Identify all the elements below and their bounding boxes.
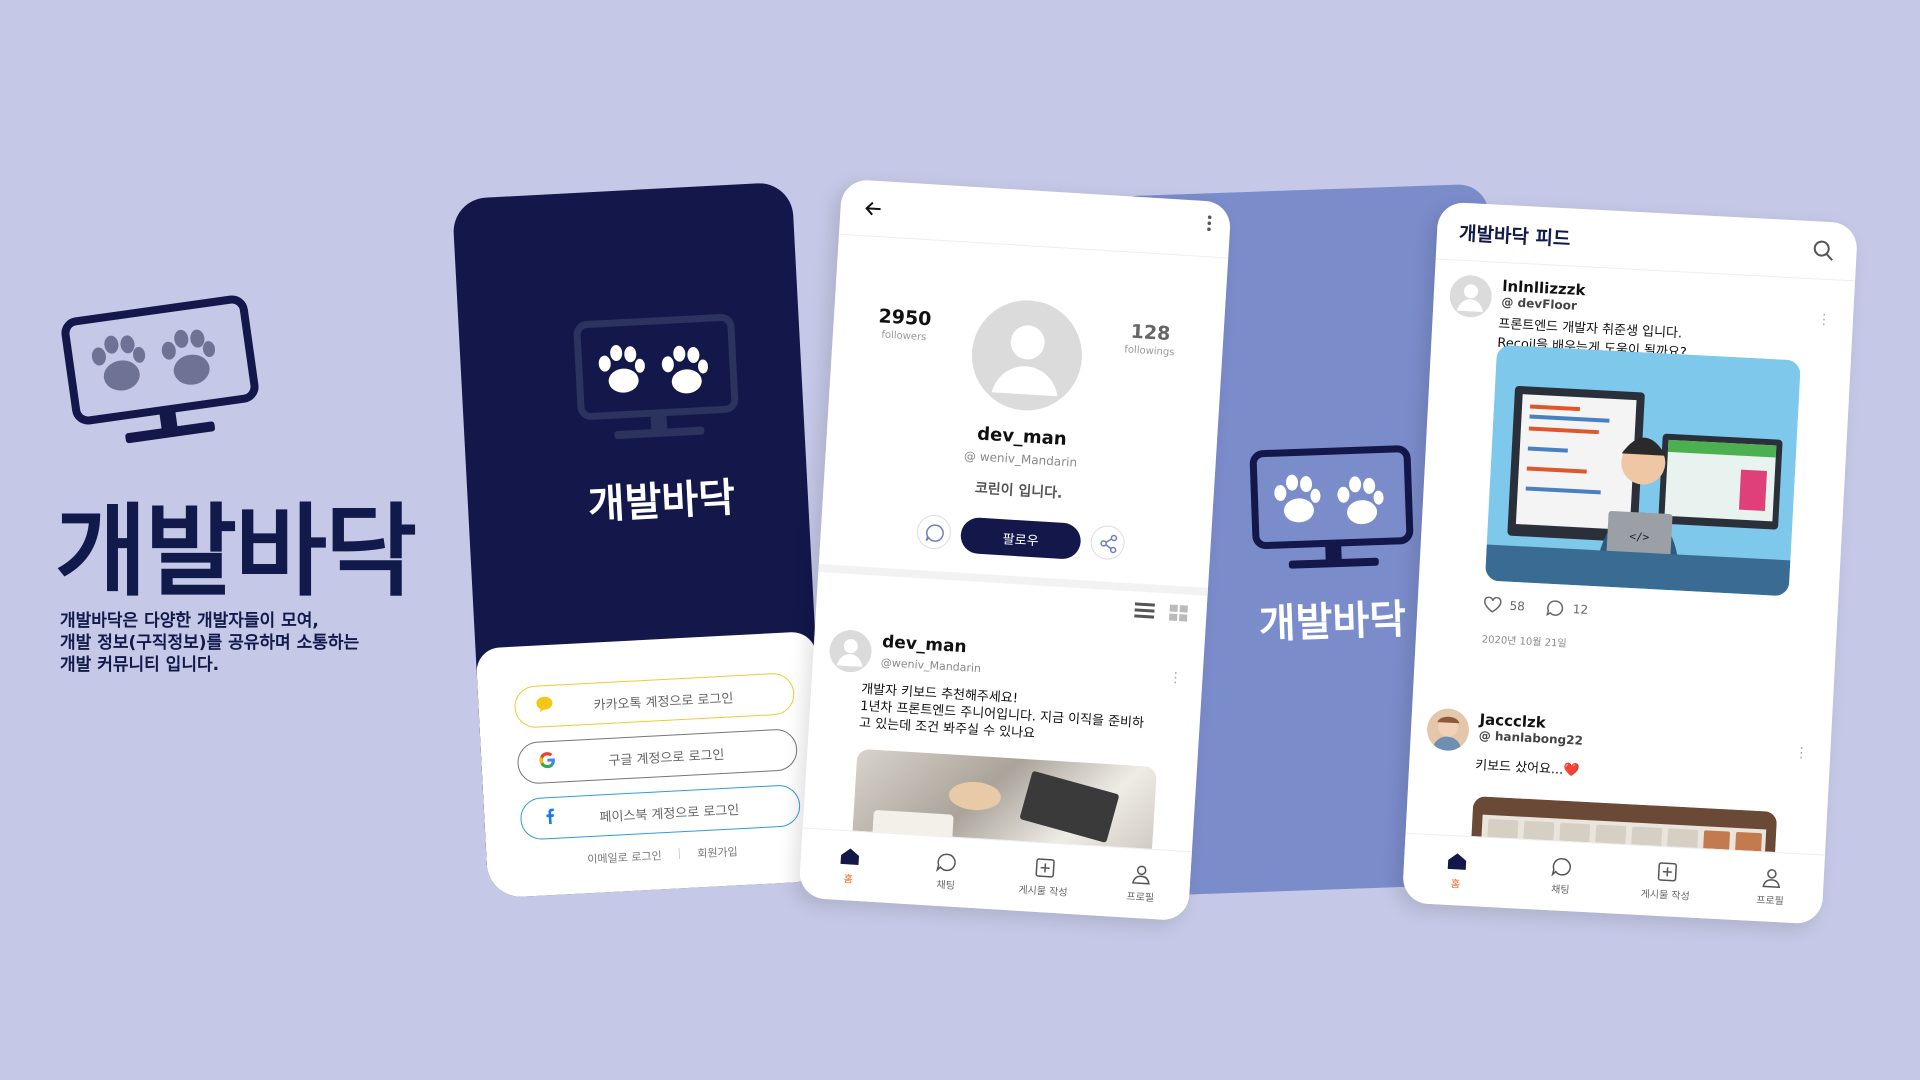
heart-icon	[1484, 596, 1502, 613]
follow-button[interactable]: 팔로우	[959, 516, 1082, 560]
tab-home[interactable]: 홈	[798, 829, 900, 904]
brand-title: 개발바닥	[55, 493, 417, 610]
feed-post-image[interactable]: </>	[1484, 344, 1801, 597]
facebook-login-button[interactable]: 페이스북 계정으로 로그인	[519, 784, 802, 841]
post-more-icon[interactable]: ⋮	[1168, 670, 1183, 687]
brand-description-line: 개발바닥은 다양한 개발자들이 모여,	[60, 611, 319, 631]
google-login-button[interactable]: 구글 계정으로 로그인	[516, 728, 799, 785]
profile-intro: 코린이 입니다.	[974, 480, 1063, 502]
brand-description-line: 개발 정보(구직정보)를 공유하며 소통하는	[60, 633, 360, 653]
like-button[interactable]: 58	[1483, 596, 1525, 614]
signup-link[interactable]: 회원가입	[697, 843, 738, 861]
section-divider	[818, 564, 1209, 596]
tab-home-label: 홈	[843, 874, 854, 886]
post-author-handle: @weniv_Mandarin	[880, 656, 982, 676]
share-button[interactable]	[1089, 524, 1126, 561]
post-text: 개발자 키보드 추천해주세요! 1년차 프론트엔드 주니어입니다. 지금 이직을…	[859, 681, 1162, 750]
post-author-avatar[interactable]	[828, 628, 873, 674]
user-icon	[1761, 869, 1780, 889]
tab-write[interactable]: 게시물 작성	[1612, 845, 1720, 919]
brand-description-line: 개발 커뮤니티 입니다.	[60, 655, 220, 675]
tab-chat[interactable]: 채팅	[896, 835, 998, 910]
feed-post-handle: @ devFloor	[1501, 294, 1578, 313]
facebook-icon	[541, 807, 560, 830]
feed-post-actions: 58 12	[1483, 596, 1588, 617]
login-links: 이메일로 로그인 | 회원가입	[522, 840, 802, 871]
tab-profile-label: 프로필	[1755, 895, 1785, 908]
facebook-login-label: 페이스북 계정으로 로그인	[599, 802, 740, 825]
brand-description: 개발바닥은 다양한 개발자들이 모여, 개발 정보(구직정보)를 공유하며 소통…	[60, 610, 400, 676]
splash-logo-text: 개발바닥	[1258, 596, 1407, 648]
feed-header: 개발바닥 피드	[1435, 201, 1859, 282]
tab-write-label: 게시물 작성	[1018, 884, 1068, 899]
user-icon	[1132, 865, 1150, 885]
comment-icon	[1546, 600, 1564, 617]
tab-chat-label: 채팅	[1550, 884, 1570, 897]
feed-post-text: 키보드 샀어요...❤️	[1474, 758, 1580, 779]
tab-profile[interactable]: 프로필	[1716, 850, 1824, 924]
tab-chat[interactable]: 채팅	[1507, 839, 1615, 913]
followers-stat[interactable]: 2950 followers	[859, 304, 951, 344]
login-logo-text: 개발바닥	[586, 474, 737, 529]
view-toggle	[1134, 601, 1189, 626]
tab-home-label: 홈	[1450, 879, 1461, 891]
brand-logo	[60, 290, 265, 450]
tab-write-label: 게시물 작성	[1640, 889, 1690, 903]
chat-button[interactable]	[915, 514, 952, 551]
email-login-link[interactable]: 이메일로 로그인	[587, 847, 662, 867]
like-count: 58	[1509, 598, 1526, 614]
home-icon	[840, 848, 859, 866]
followings-stat[interactable]: 128 followings	[1104, 319, 1196, 359]
kakao-login-label: 카카오톡 계정으로 로그인	[593, 690, 734, 714]
more-vertical-icon[interactable]	[1205, 213, 1213, 239]
grid-view-icon[interactable]	[1168, 604, 1189, 627]
chat-icon	[936, 853, 957, 873]
app-logo-icon	[1245, 436, 1420, 582]
followers-count: 2950	[877, 305, 933, 331]
list-view-icon[interactable]	[1134, 601, 1155, 624]
google-icon	[538, 751, 557, 774]
profile-header	[838, 178, 1232, 259]
login-screen: 개발바닥 카카오톡 계정으로 로그인 구글 계정으로 로그인 페이스북 계정으로…	[451, 181, 829, 899]
tab-chat-label: 채팅	[936, 879, 956, 892]
home-icon	[1447, 853, 1466, 870]
tab-write[interactable]: 게시물 작성	[993, 840, 1095, 915]
feed-post-date: 2020년 10월 21일	[1481, 634, 1567, 650]
search-icon[interactable]	[1812, 239, 1835, 266]
feed-post-avatar[interactable]	[1448, 274, 1493, 319]
post-author-name[interactable]: dev_man	[882, 632, 968, 657]
app-logo-icon	[568, 305, 745, 454]
link-separator: |	[677, 846, 682, 860]
kakao-icon	[535, 695, 554, 718]
feed-post-handle: @ hanlabong22	[1478, 728, 1584, 748]
plus-square-icon	[1657, 862, 1677, 882]
plus-square-icon	[1035, 858, 1055, 878]
followings-count: 128	[1130, 320, 1171, 346]
login-sheet: 카카오톡 계정으로 로그인 구글 계정으로 로그인 페이스북 계정으로 로그인 …	[475, 630, 829, 899]
tab-profile-label: 프로필	[1126, 891, 1155, 905]
feed-post-more-icon[interactable]: ⋮	[1794, 745, 1809, 762]
kakao-login-button[interactable]: 카카오톡 계정으로 로그인	[513, 672, 796, 729]
tab-home[interactable]: 홈	[1402, 834, 1510, 908]
svg-text:</>: </>	[1629, 530, 1650, 544]
back-arrow-icon[interactable]	[864, 198, 883, 224]
comment-button[interactable]: 12	[1546, 600, 1588, 618]
google-login-label: 구글 계정으로 로그인	[608, 747, 725, 769]
feed-post-more-icon[interactable]: ⋮	[1817, 311, 1832, 328]
profile-screen: 2950 followers 128 followings dev_man @ …	[798, 178, 1232, 922]
feed-post-avatar[interactable]	[1425, 707, 1471, 752]
profile-avatar	[968, 297, 1086, 414]
comment-count: 12	[1572, 602, 1589, 617]
feed-title: 개발바닥 피드	[1458, 222, 1571, 251]
chat-icon	[1550, 858, 1571, 877]
tab-profile[interactable]: 프로필	[1090, 846, 1192, 921]
feed-screen: 개발바닥 피드 lnlnllizzzk @ devFloor ⋮ 프론트엔드 개…	[1401, 201, 1859, 925]
